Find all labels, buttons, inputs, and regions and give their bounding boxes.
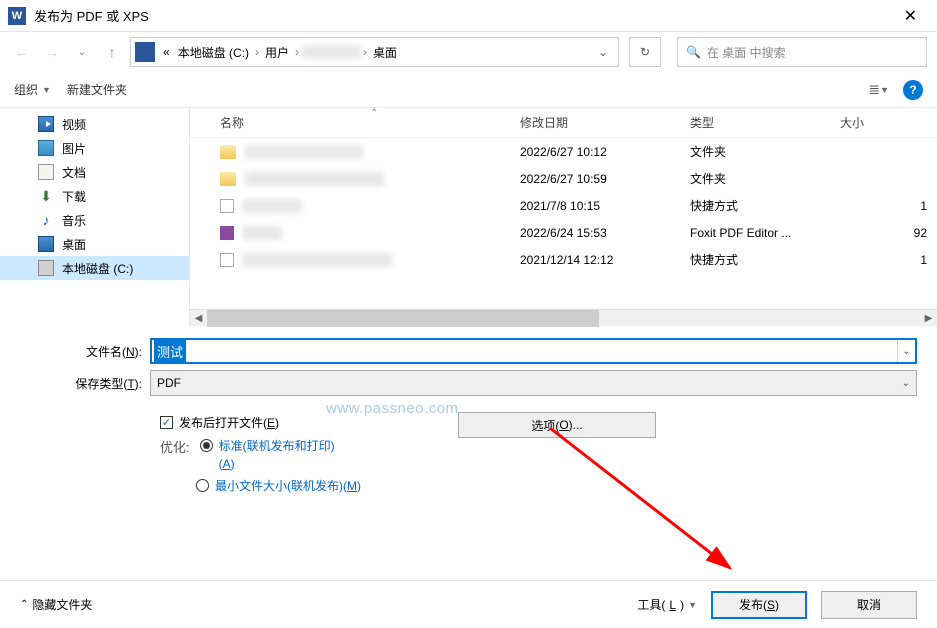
file-row[interactable]: 2022/6/24 15:53 Foxit PDF Editor ... 92 (190, 219, 937, 246)
column-size[interactable]: 大小 (840, 114, 937, 131)
toolbar: 组织 ▼ 新建文件夹 ≣ ▼ ? (0, 72, 937, 108)
up-button[interactable]: ↑ (100, 40, 124, 64)
radio-standard-label: 标准(联机发布和打印)(A) (219, 437, 335, 473)
app-icon (220, 226, 234, 240)
optimize-label: 优化: (160, 437, 190, 456)
desktop-icon (38, 236, 54, 252)
filename-redacted (242, 199, 302, 213)
video-icon (38, 116, 54, 132)
refresh-button[interactable]: ↻ (629, 37, 661, 67)
chevron-right-icon: › (293, 45, 301, 59)
sidebar-item-pictures[interactable]: 图片 (0, 136, 189, 160)
filetype-select[interactable]: PDF ⌄ (150, 370, 917, 396)
sidebar-item-desktop[interactable]: 桌面 (0, 232, 189, 256)
column-type[interactable]: 类型 (690, 114, 840, 131)
address-dropdown[interactable]: ⌄ (592, 45, 614, 59)
scroll-right-icon[interactable]: ▶ (920, 310, 937, 327)
titlebar: W 发布为 PDF 或 XPS ✕ (0, 0, 937, 32)
crumb-disk[interactable]: 本地磁盘 (C:) (174, 44, 253, 61)
search-input[interactable]: 🔍 在 桌面 中搜索 (677, 37, 927, 67)
hide-folders-button[interactable]: ⌃ 隐藏文件夹 (20, 596, 92, 613)
address-bar[interactable]: « 本地磁盘 (C:) › 用户 › › 桌面 ⌄ (130, 37, 619, 67)
chevron-right-icon: › (253, 45, 261, 59)
file-row[interactable]: 2022/6/27 10:12 文件夹 (190, 138, 937, 165)
crumb-prefix: « (159, 45, 174, 59)
download-icon: ⬇ (38, 188, 54, 204)
file-row[interactable]: 2021/12/14 12:12 快捷方式 1 (190, 246, 937, 273)
column-name[interactable]: 名称 (190, 114, 520, 131)
forward-button[interactable]: → (40, 40, 64, 64)
help-button[interactable]: ? (903, 80, 923, 100)
navbar: ← → ⌄ ↑ « 本地磁盘 (C:) › 用户 › › 桌面 ⌄ ↻ 🔍 在 … (0, 32, 937, 72)
folder-icon (220, 145, 236, 159)
filetype-value: PDF (157, 376, 181, 390)
file-row[interactable]: 2022/6/27 10:59 文件夹 (190, 165, 937, 192)
disk-icon (38, 260, 54, 276)
search-icon: 🔍 (686, 45, 701, 59)
filename-redacted (244, 145, 364, 159)
scroll-track[interactable] (207, 310, 920, 327)
chevron-down-icon: ▼ (42, 85, 51, 95)
crumb-redacted (301, 45, 361, 59)
chevron-down-icon: ▼ (688, 600, 697, 610)
horizontal-scrollbar[interactable]: ◀ ▶ (190, 309, 937, 326)
sidebar-item-videos[interactable]: 视频 (0, 112, 189, 136)
filename-dropdown[interactable]: ⌄ (897, 340, 915, 362)
organize-button[interactable]: 组织 ▼ (14, 81, 51, 98)
folder-icon (220, 172, 236, 186)
crumb-user[interactable]: 用户 (261, 44, 293, 61)
sidebar-item-disk-c[interactable]: 本地磁盘 (C:) (0, 256, 189, 280)
file-pane: ⌃ 名称 修改日期 类型 大小 2022/6/27 10:12 文件夹 2022… (190, 108, 937, 326)
chevron-up-icon: ⌃ (20, 599, 28, 610)
filename-redacted (242, 253, 392, 267)
shortcut-icon (220, 199, 234, 213)
shortcut-icon (220, 253, 234, 267)
filename-value: 测试 (154, 340, 186, 363)
crumb-desktop[interactable]: 桌面 (369, 44, 401, 61)
scroll-left-icon[interactable]: ◀ (190, 310, 207, 327)
radio-minimum[interactable] (196, 479, 209, 492)
music-icon: ♪ (38, 212, 54, 228)
sidebar-item-music[interactable]: ♪音乐 (0, 208, 189, 232)
chevron-right-icon: › (361, 45, 369, 59)
cancel-button[interactable]: 取消 (821, 591, 917, 619)
filename-redacted (242, 226, 282, 240)
radio-minimum-label: 最小文件大小(联机发布)(M) (215, 477, 361, 495)
location-icon (135, 42, 155, 62)
chevron-down-icon: ▼ (880, 85, 889, 95)
sidebar-item-downloads[interactable]: ⬇下载 (0, 184, 189, 208)
filetype-label: 保存类型(T): (20, 375, 150, 392)
sidebar: 视频 图片 文档 ⬇下载 ♪音乐 桌面 本地磁盘 (C:) (0, 108, 190, 326)
tools-dropdown[interactable]: 工具(L) ▼ (637, 596, 697, 613)
scroll-thumb[interactable] (207, 310, 599, 327)
document-icon (38, 164, 54, 180)
form-area: 文件名(N): 测试 ⌄ 保存类型(T): PDF ⌄ (0, 326, 937, 410)
main-area: 视频 图片 文档 ⬇下载 ♪音乐 桌面 本地磁盘 (C:) ⌃ 名称 修改日期 … (0, 108, 937, 326)
options-button[interactable]: 选项(O)... (458, 412, 656, 438)
file-list: 2022/6/27 10:12 文件夹 2022/6/27 10:59 文件夹 … (190, 138, 937, 309)
back-button[interactable]: ← (10, 40, 34, 64)
sidebar-item-documents[interactable]: 文档 (0, 160, 189, 184)
word-icon: W (8, 7, 26, 25)
filename-input[interactable]: 测试 ⌄ (150, 338, 917, 364)
filename-label: 文件名(N): (20, 343, 150, 360)
file-row[interactable]: 2021/7/8 10:15 快捷方式 1 (190, 192, 937, 219)
picture-icon (38, 140, 54, 156)
filename-redacted (244, 172, 384, 186)
recent-dropdown[interactable]: ⌄ (70, 40, 94, 64)
footer: ⌃ 隐藏文件夹 工具(L) ▼ 发布(S) 取消 (0, 580, 937, 628)
options-area: ✓ 发布后打开文件(E) 优化: 标准(联机发布和打印)(A) 最小文件大小(联… (0, 410, 937, 504)
search-placeholder: 在 桌面 中搜索 (707, 44, 786, 61)
radio-standard[interactable] (200, 439, 213, 452)
checkbox-icon: ✓ (160, 416, 173, 429)
close-button[interactable]: ✕ (892, 2, 929, 30)
file-header: 名称 修改日期 类型 大小 (190, 108, 937, 138)
new-folder-button[interactable]: 新建文件夹 (67, 81, 127, 98)
column-date[interactable]: 修改日期 (520, 114, 690, 131)
view-options-button[interactable]: ≣ ▼ (868, 81, 889, 98)
window-title: 发布为 PDF 或 XPS (34, 6, 892, 25)
sort-indicator-icon: ⌃ (370, 108, 378, 119)
publish-button[interactable]: 发布(S) (711, 591, 807, 619)
chevron-down-icon: ⌄ (902, 378, 910, 389)
